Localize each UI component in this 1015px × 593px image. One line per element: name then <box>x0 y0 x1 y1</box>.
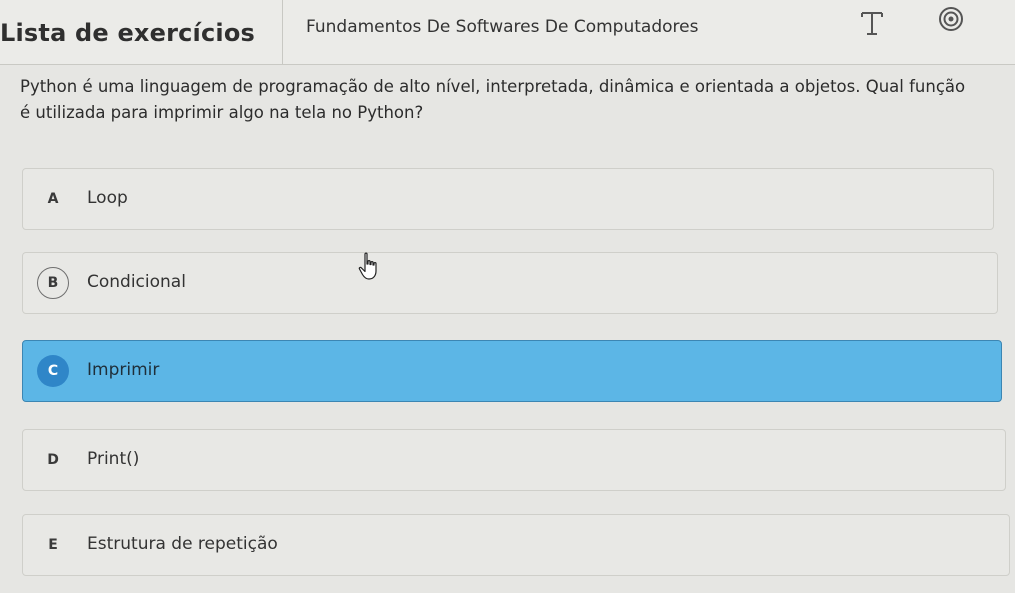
option-label: Condicional <box>87 272 186 292</box>
option-label: Imprimir <box>87 360 160 380</box>
option-letter-badge: C <box>37 355 69 387</box>
target-icon[interactable] <box>938 6 964 32</box>
hand-cursor-icon <box>358 252 377 280</box>
option-d[interactable]: D Print() <box>22 429 1006 491</box>
header-divider <box>282 0 283 64</box>
option-letter-badge: E <box>48 537 58 553</box>
option-label: Loop <box>87 188 128 208</box>
option-c[interactable]: C Imprimir <box>22 340 1002 402</box>
subject-title: Fundamentos De Softwares De Computadores <box>306 17 699 37</box>
option-letter-badge: B <box>37 267 69 299</box>
option-letter-badge: D <box>47 452 59 468</box>
text-tool-icon[interactable] <box>858 8 886 38</box>
app-header: Lista de exercícios Fundamentos De Softw… <box>0 0 1015 65</box>
option-a[interactable]: A Loop <box>22 168 994 230</box>
option-label: Print() <box>87 449 140 469</box>
page-title: Lista de exercícios <box>0 19 255 47</box>
option-e[interactable]: E Estrutura de repetição <box>22 514 1010 576</box>
option-label: Estrutura de repetição <box>87 534 278 554</box>
question-text: Python é uma linguagem de programação de… <box>20 77 966 122</box>
option-b[interactable]: B Condicional <box>22 252 998 314</box>
option-letter-badge: A <box>47 191 59 207</box>
